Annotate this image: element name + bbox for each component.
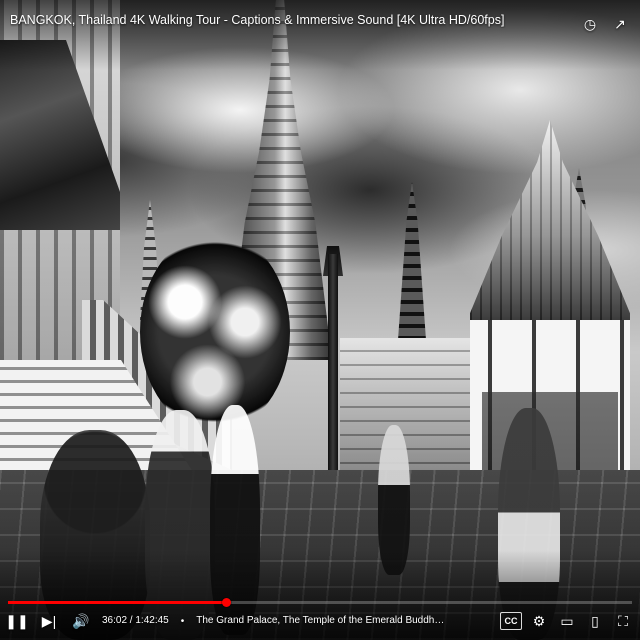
fullscreen-icon[interactable]: ⛶ xyxy=(612,610,634,632)
person xyxy=(378,425,410,575)
captions-icon[interactable]: CC xyxy=(500,610,522,632)
top-right-actions: ◷ ↗ xyxy=(580,14,630,34)
miniplayer-icon[interactable]: ▭ xyxy=(556,610,578,632)
chapter-title[interactable]: The Grand Palace, The Temple of the Emer… xyxy=(196,615,446,627)
progress-handle[interactable] xyxy=(221,598,231,607)
theater-icon[interactable]: ▯ xyxy=(584,610,606,632)
flowering-tree xyxy=(140,232,290,432)
time-display: 36:02 / 1:42:45 xyxy=(102,615,169,627)
video-frame xyxy=(0,0,640,640)
pause-icon[interactable]: ❚❚ xyxy=(5,610,28,632)
person xyxy=(145,410,215,640)
next-icon[interactable]: ▶| xyxy=(38,610,60,632)
video-player[interactable]: BANGKOK, Thailand 4K Walking Tour - Capt… xyxy=(0,0,640,640)
video-title[interactable]: BANGKOK, Thailand 4K Walking Tour - Capt… xyxy=(10,12,530,28)
current-time: 36:02 xyxy=(102,615,128,626)
captions-label: CC xyxy=(500,612,522,630)
distant-buildings xyxy=(340,338,480,478)
total-time: 1:42:45 xyxy=(135,615,169,626)
volume-icon[interactable]: 🔊 xyxy=(70,610,92,632)
chapter-separator: • xyxy=(180,615,185,627)
clock-icon[interactable]: ◷ xyxy=(580,14,600,34)
player-controls: ❚❚ ▶| 🔊 36:02 / 1:42:45 • The Grand Pala… xyxy=(5,608,634,634)
right-controls: CC ⚙ ▭ ▯ ⛶ xyxy=(500,610,634,632)
progress-bar[interactable] xyxy=(8,598,632,607)
settings-icon[interactable]: ⚙ xyxy=(528,610,550,632)
progress-fill xyxy=(8,601,227,604)
share-icon[interactable]: ↗ xyxy=(610,14,630,34)
person xyxy=(498,408,560,640)
